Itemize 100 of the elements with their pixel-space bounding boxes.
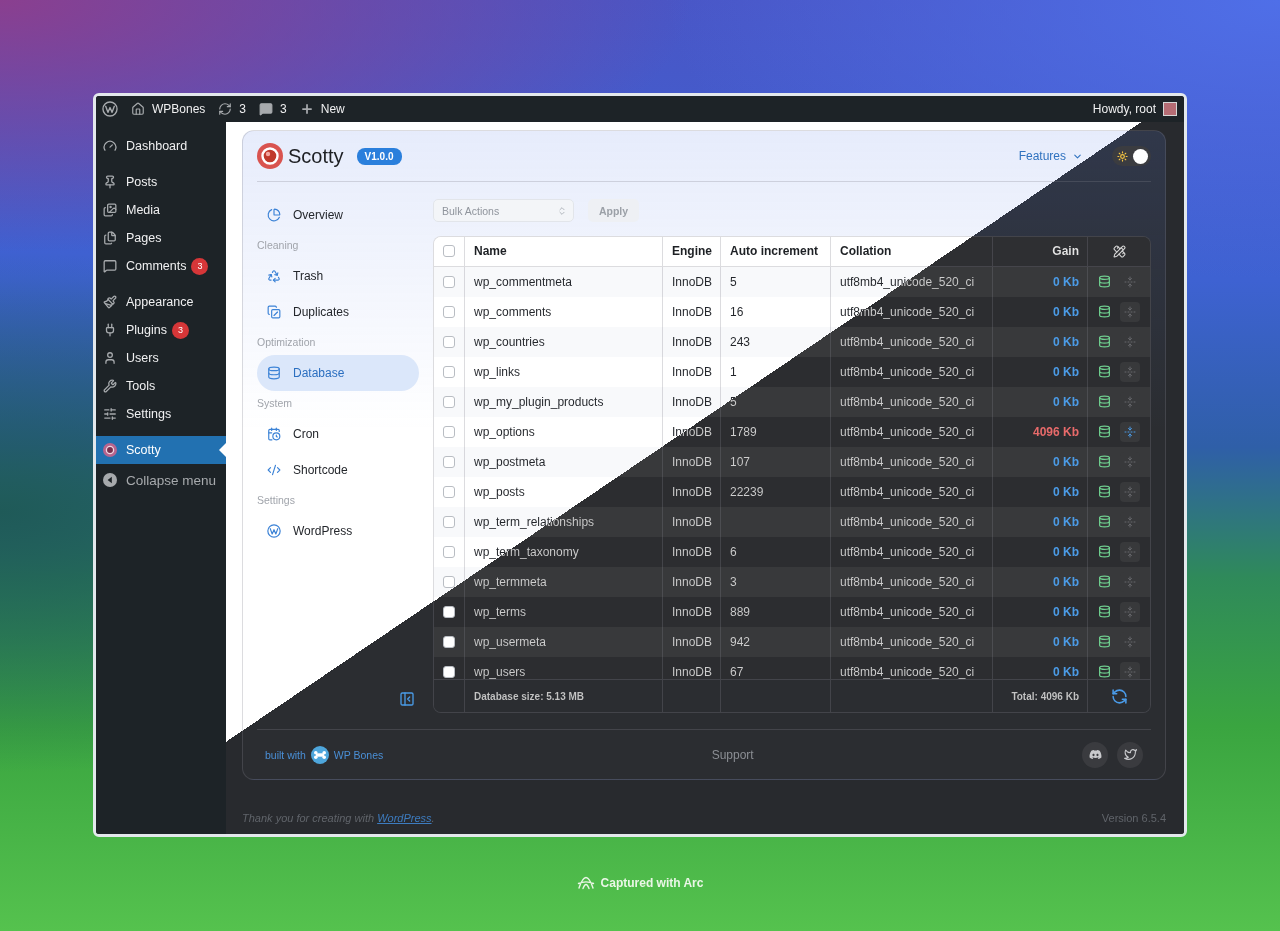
row-checkbox[interactable] [443,485,455,498]
refresh-icon[interactable] [1110,687,1128,705]
row-checkbox[interactable] [443,455,455,468]
admin-menu-item[interactable]: Scotty [96,436,226,464]
table-cell: 0 Kb [993,596,1088,627]
row-checkbox[interactable] [443,365,455,378]
row-checkbox[interactable] [443,515,455,528]
admin-menu-item[interactable]: Comments 3 [96,252,226,280]
site-link[interactable]: WPBones [131,102,206,116]
new-content-link[interactable]: New [299,102,345,116]
nav-section-heading: System [257,396,293,411]
optimize-button[interactable] [1120,361,1140,382]
theme-toggle[interactable] [1112,146,1151,166]
admin-menu-item[interactable]: Plugins 3 [96,316,226,344]
table-cell: 0 Kb [993,626,1088,657]
optimize-button[interactable] [1120,481,1140,502]
plus-icon [299,102,314,116]
row-checkbox[interactable] [443,305,455,318]
database-icon[interactable] [1098,395,1111,409]
admin-menu-item[interactable]: Users [96,344,226,372]
optimize-button[interactable] [1120,541,1140,562]
select-all-checkbox[interactable] [443,245,455,258]
bird-icon [1123,748,1137,761]
admin-menu-item[interactable]: Media [96,196,226,224]
row-checkbox[interactable] [443,425,455,438]
database-icon[interactable] [1098,515,1111,529]
row-checkbox[interactable] [443,335,455,348]
nav-item[interactable]: Overview [257,197,419,233]
database-icon[interactable] [1098,335,1111,349]
count-badge: 3 [172,321,189,339]
nav-item[interactable]: Trash [257,258,419,294]
row-checkbox[interactable] [443,275,455,288]
row-checkbox[interactable] [443,665,455,678]
admin-menu-item[interactable]: Posts [96,168,226,196]
updates-link[interactable]: 3 [218,102,247,116]
pencil-ruler-icon [1112,244,1126,258]
site-logo-icon[interactable] [102,101,118,117]
images-icon [103,203,117,217]
optimize-button[interactable] [1120,601,1140,622]
nav-item[interactable]: Cron [257,416,419,452]
comment-icon [259,102,274,116]
sliders-icon [103,407,117,421]
files-icon [103,231,117,245]
admin-menu-item[interactable]: Settings [96,400,226,428]
admin-menu-item[interactable]: Appearance [96,288,226,316]
database-icon[interactable] [1098,425,1111,439]
database-icon[interactable] [1098,605,1111,619]
optimize-button[interactable] [1120,421,1140,442]
pin-icon [103,175,117,189]
database-icon[interactable] [1098,305,1111,319]
nav-item[interactable]: WordPress [257,513,419,549]
copy-slash-icon [267,305,281,319]
row-checkbox[interactable] [443,545,455,558]
row-checkbox[interactable] [443,635,455,648]
database-icon[interactable] [1098,635,1111,649]
nav-section-heading: Optimization [257,335,317,350]
support-link[interactable]: Support [711,747,754,762]
database-icon[interactable] [1098,545,1111,559]
collapse-menu-button[interactable]: Collapse menu [96,464,226,496]
database-icon[interactable] [1098,455,1111,469]
collapse-panel-icon[interactable] [399,691,415,707]
chat-button[interactable] [1082,741,1108,768]
admin-menu-item[interactable]: Tools [96,372,226,400]
version-badge: V1.0.0 [356,147,402,165]
admin-menu-item[interactable]: Pages [96,224,226,252]
capture-label: Captured with Arc [600,876,704,890]
database-icon[interactable] [1098,575,1111,589]
footer-thanks-text: Thank you for creating with WordPress. [242,812,435,824]
table-cell: 0 Kb [993,506,1088,537]
features-menu-button[interactable]: Features [1018,149,1083,163]
bird-button[interactable] [1117,741,1143,768]
database-icon[interactable] [1098,665,1111,679]
optimize-button[interactable] [1120,301,1140,322]
select-arrows-icon [557,205,567,216]
pie-chart-icon [267,208,281,222]
avatar-placeholder [1163,102,1177,116]
brand-link[interactable]: WP Bones [333,748,384,761]
admin-menu-item[interactable]: Dashboard [96,132,226,160]
circle-logo-icon [267,524,281,538]
nav-item[interactable]: Shortcode [257,452,419,488]
nav-item[interactable]: Database [257,355,419,391]
database-icon[interactable] [1098,365,1111,379]
database-icon[interactable] [1098,275,1111,289]
comments-link[interactable]: 3 [259,102,287,116]
table-cell: 4096 Kb [993,416,1088,447]
code-icon [267,463,281,477]
ring-logo-icon [257,143,283,169]
account-link[interactable]: Howdy, root [1092,102,1177,116]
nav-item[interactable]: Duplicates [257,294,419,330]
fold-vertical-icon [1124,395,1136,408]
database-icon[interactable] [1098,485,1111,499]
row-checkbox[interactable] [443,575,455,588]
built-with-text: built with [265,748,306,761]
table-cell: 0 Kb [993,356,1088,387]
app-title: Scotty [288,144,344,168]
row-checkbox[interactable] [443,605,455,618]
row-checkbox[interactable] [443,395,455,408]
optimize-button[interactable] [1120,661,1140,680]
count-badge: 3 [191,257,209,275]
sun-icon [1117,150,1128,162]
